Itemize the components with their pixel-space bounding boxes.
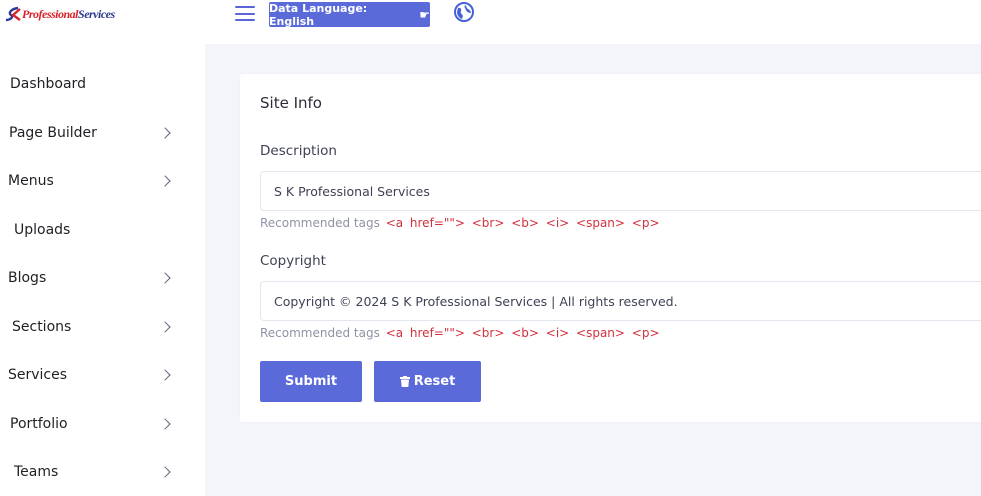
copyright-hint: Recommended tags <a href=""> <br> <b> <i… — [260, 326, 660, 340]
copyright-input[interactable] — [260, 281, 981, 321]
description-label: Description — [260, 143, 337, 159]
sidebar-item-dashboard[interactable]: Dashboard — [0, 69, 205, 99]
sidebar-item-blogs[interactable]: Blogs — [0, 263, 205, 293]
reset-button[interactable]: Reset — [374, 361, 481, 402]
topbar: Data Language: English ☛ — [205, 0, 981, 44]
hamburger-icon[interactable] — [235, 6, 255, 21]
sidebar-item-page-builder[interactable]: Page Builder — [0, 118, 205, 148]
sidebar-item-services[interactable]: Services — [0, 360, 205, 390]
chevron-right-icon — [159, 321, 171, 333]
card-title: Site Info — [260, 94, 322, 112]
reset-label: Reset — [413, 374, 456, 389]
sidebar-item-label: Blogs — [8, 270, 47, 286]
sidebar-item-label: Dashboard — [10, 76, 86, 92]
sidebar-item-portfolio[interactable]: Portfolio — [0, 409, 205, 439]
sidebar-item-label: Sections — [12, 319, 72, 335]
description-input[interactable] — [260, 171, 981, 211]
hint-tags: <a href=""> <br> <b> <i> <span> <p> — [385, 216, 660, 230]
hint-tags: <a href=""> <br> <b> <i> <span> <p> — [385, 326, 660, 340]
sidebar-item-label: Services — [8, 367, 68, 383]
submit-label: Submit — [284, 374, 338, 389]
sidebar: ProfessionalServices Dashboard Page Buil… — [0, 0, 205, 496]
logo-mark-icon — [5, 6, 21, 22]
sidebar-item-sections[interactable]: Sections — [0, 312, 205, 342]
data-language-button[interactable]: Data Language: English ☛ — [269, 1, 430, 28]
globe-icon[interactable] — [454, 2, 474, 22]
sidebar-item-menus[interactable]: Menus — [0, 166, 205, 196]
chevron-right-icon — [159, 272, 171, 284]
sidebar-item-label: Portfolio — [10, 416, 68, 432]
chevron-right-icon — [159, 418, 171, 430]
chevron-right-icon — [159, 466, 171, 478]
sidebar-item-label: Menus — [8, 173, 54, 189]
brand-logo[interactable]: ProfessionalServices — [5, 5, 115, 23]
site-info-card: Site Info Description Recommended tags <… — [240, 74, 981, 422]
trash-icon — [399, 376, 410, 387]
logo-text: ProfessionalServices — [22, 6, 115, 21]
pointing-hand-icon: ☛ — [419, 7, 430, 22]
data-language-label: Data Language: English — [269, 1, 368, 28]
sidebar-item-label: Uploads — [14, 222, 71, 238]
hint-text: Recommended tags — [260, 326, 380, 340]
copyright-label: Copyright — [260, 253, 326, 269]
chevron-right-icon — [159, 127, 171, 139]
description-hint: Recommended tags <a href=""> <br> <b> <i… — [260, 216, 660, 230]
sidebar-item-teams[interactable]: Teams — [0, 457, 205, 487]
sidebar-item-label: Teams — [14, 464, 59, 480]
sidebar-item-uploads[interactable]: Uploads — [0, 215, 205, 245]
submit-button[interactable]: Submit — [260, 361, 362, 402]
hint-text: Recommended tags — [260, 216, 380, 230]
sidebar-item-label: Page Builder — [9, 125, 97, 141]
chevron-right-icon — [159, 175, 171, 187]
chevron-right-icon — [159, 369, 171, 381]
